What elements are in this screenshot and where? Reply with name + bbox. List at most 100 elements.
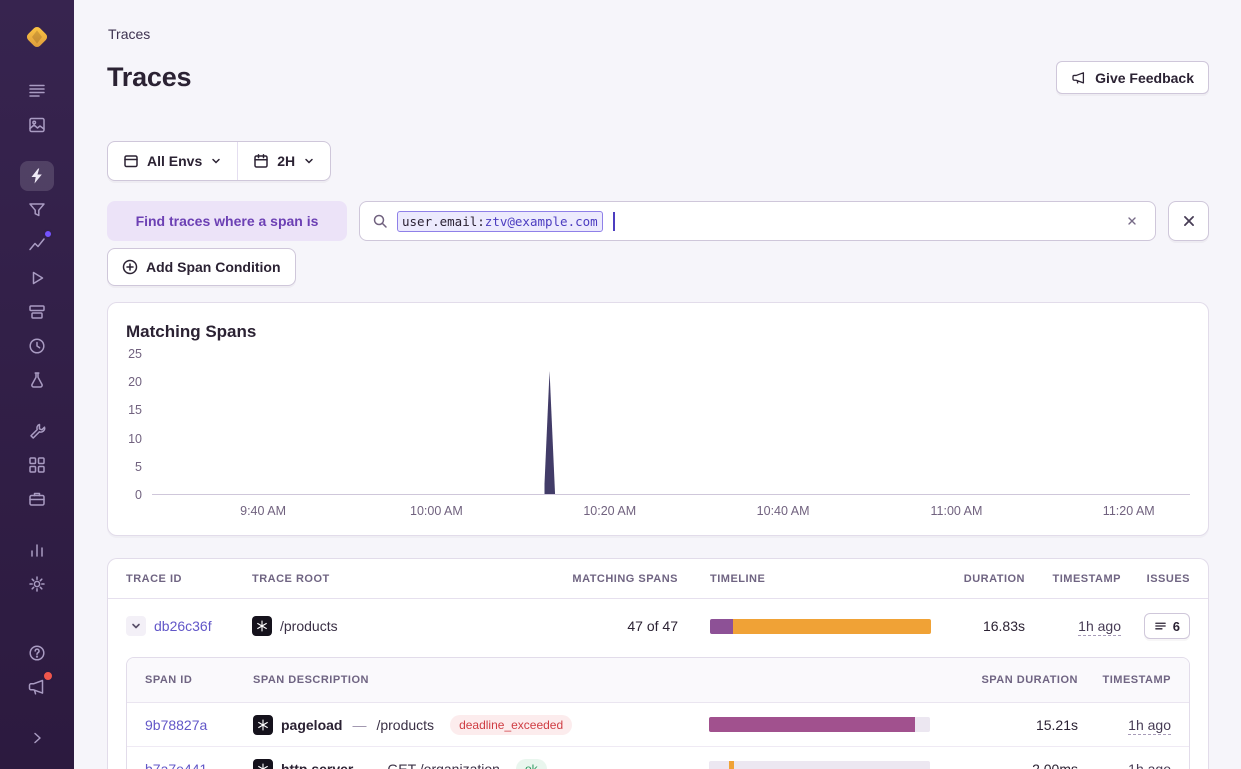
col-matching-spans: MATCHING SPANS <box>572 573 678 585</box>
y-tick: 5 <box>135 460 142 474</box>
breadcrumb[interactable]: Traces <box>108 26 1209 42</box>
span-subtable: SPAN ID SPAN DESCRIPTION SPAN DURATION T… <box>126 657 1190 769</box>
project-platform-icon <box>253 759 273 769</box>
matching-spans-card: Matching Spans 25 20 15 10 5 0 9:40 AM 1… <box>107 302 1209 536</box>
span-description: /products <box>376 717 434 733</box>
col-timeline: TIMELINE <box>678 573 765 585</box>
col-issues: ISSUES <box>1147 573 1190 585</box>
col-span-duration: SPAN DURATION <box>981 674 1078 686</box>
experiments-flask-icon[interactable] <box>20 365 54 395</box>
add-span-condition-label: Add Span Condition <box>146 259 281 275</box>
time-range-filter[interactable]: 2H <box>237 142 330 180</box>
clear-search-icon[interactable] <box>1121 210 1143 232</box>
project-platform-icon <box>252 616 272 636</box>
span-timestamp[interactable]: 1h ago <box>1128 717 1171 735</box>
span-timeline-bar <box>709 761 930 769</box>
span-duration: 15.21s <box>1036 717 1078 733</box>
help-icon[interactable] <box>20 638 54 668</box>
chart-plot-row: 25 20 15 10 5 0 <box>126 354 1190 495</box>
trace-timestamp[interactable]: 1h ago <box>1078 618 1121 636</box>
issues-icon[interactable] <box>20 76 54 106</box>
search-icon <box>372 213 388 229</box>
x-tick: 11:00 AM <box>930 504 982 518</box>
timeline-segment <box>729 761 734 769</box>
integrations-wrench-icon[interactable] <box>20 416 54 446</box>
span-status-badge: deadline_exceeded <box>450 715 572 735</box>
trace-row: db26c36f /products 47 of 47 16.83s 1h ag… <box>108 599 1208 653</box>
issues-count-button[interactable]: 6 <box>1144 613 1190 639</box>
trace-id-link[interactable]: db26c36f <box>154 618 212 634</box>
issues-stack-icon <box>1154 620 1167 633</box>
dashboards-grid-icon[interactable] <box>20 450 54 480</box>
search-token[interactable]: user.email:ztv@example.com <box>397 211 603 232</box>
span-id-link[interactable]: 9b78827a <box>145 717 253 733</box>
plus-circle-icon <box>122 259 138 275</box>
timeline-segment <box>710 619 733 634</box>
collapse-sidebar-icon[interactable] <box>20 723 54 753</box>
calendar-icon <box>253 153 269 169</box>
replays-play-icon[interactable] <box>20 263 54 293</box>
page-title: Traces <box>107 62 191 93</box>
organization-briefcase-icon[interactable] <box>20 484 54 514</box>
add-span-condition-button[interactable]: Add Span Condition <box>107 248 296 286</box>
span-op: http.server <box>281 761 353 769</box>
issues-count: 6 <box>1173 619 1180 634</box>
sentry-logo-icon[interactable] <box>22 22 52 52</box>
span-table-header: SPAN ID SPAN DESCRIPTION SPAN DURATION T… <box>127 658 1189 703</box>
chevron-down-icon <box>303 155 315 167</box>
x-tick: 9:40 AM <box>240 504 286 518</box>
chart-spike <box>544 371 555 494</box>
span-status-badge: ok <box>516 759 547 769</box>
give-feedback-button[interactable]: Give Feedback <box>1056 61 1209 94</box>
span-description: GET /organization <box>387 761 500 769</box>
time-range-filter-label: 2H <box>277 153 295 169</box>
close-search-button[interactable] <box>1168 201 1209 241</box>
sidebar-bottom-group <box>20 638 54 757</box>
y-tick: 10 <box>128 432 142 446</box>
chart-y-axis: 25 20 15 10 5 0 <box>126 354 142 495</box>
megaphone-icon <box>1071 70 1087 86</box>
span-duration: 2.00ms <box>1032 761 1078 769</box>
filter-funnel-icon[interactable] <box>20 195 54 225</box>
collapse-row-button[interactable] <box>126 616 146 636</box>
col-trace-root: TRACE ROOT <box>252 573 563 585</box>
span-search-input[interactable]: user.email:ztv@example.com <box>359 201 1156 241</box>
y-tick: 0 <box>135 488 142 502</box>
x-tick: 10:40 AM <box>757 504 810 518</box>
span-timestamp[interactable]: 1h ago <box>1128 761 1171 769</box>
settings-gear-icon[interactable] <box>20 569 54 599</box>
col-timestamp: TIMESTAMP <box>1053 573 1121 585</box>
chart-title: Matching Spans <box>126 320 1190 344</box>
archive-boxes-icon[interactable] <box>20 297 54 327</box>
traces-icon[interactable] <box>20 161 54 191</box>
x-tick: 10:20 AM <box>583 504 636 518</box>
insights-chart-icon[interactable] <box>20 229 54 259</box>
sidebar <box>0 0 74 769</box>
trace-root-label: /products <box>280 618 338 634</box>
environment-filter-label: All Envs <box>147 153 202 169</box>
span-op: pageload <box>281 717 342 733</box>
stats-bars-icon[interactable] <box>20 535 54 565</box>
timeline-segment <box>733 619 931 634</box>
span-id-link[interactable]: b7a7e441 <box>145 761 253 769</box>
projects-icon[interactable] <box>20 110 54 140</box>
whats-new-icon[interactable] <box>20 672 54 702</box>
text-caret <box>613 212 615 231</box>
timeline-segment <box>709 717 915 732</box>
matching-spans-count: 47 of 47 <box>627 618 678 634</box>
span-row: b7a7e441 http.server — GET /organization… <box>127 747 1189 769</box>
col-duration: DURATION <box>964 573 1025 585</box>
trace-duration: 16.83s <box>983 618 1025 634</box>
environment-filter[interactable]: All Envs <box>108 142 237 180</box>
give-feedback-label: Give Feedback <box>1095 70 1194 86</box>
col-trace-id: TRACE ID <box>126 573 252 585</box>
traces-table-header: TRACE ID TRACE ROOT MATCHING SPANS TIMEL… <box>108 559 1208 599</box>
window-icon <box>123 153 139 169</box>
history-clock-icon[interactable] <box>20 331 54 361</box>
span-search-row: Find traces where a span is user.email:z… <box>107 201 1209 241</box>
chevron-down-icon <box>210 155 222 167</box>
trace-timeline-bar <box>710 619 931 634</box>
col-span-id: SPAN ID <box>145 674 253 686</box>
x-tick: 10:00 AM <box>410 504 463 518</box>
traces-table-card: TRACE ID TRACE ROOT MATCHING SPANS TIMEL… <box>107 558 1209 769</box>
